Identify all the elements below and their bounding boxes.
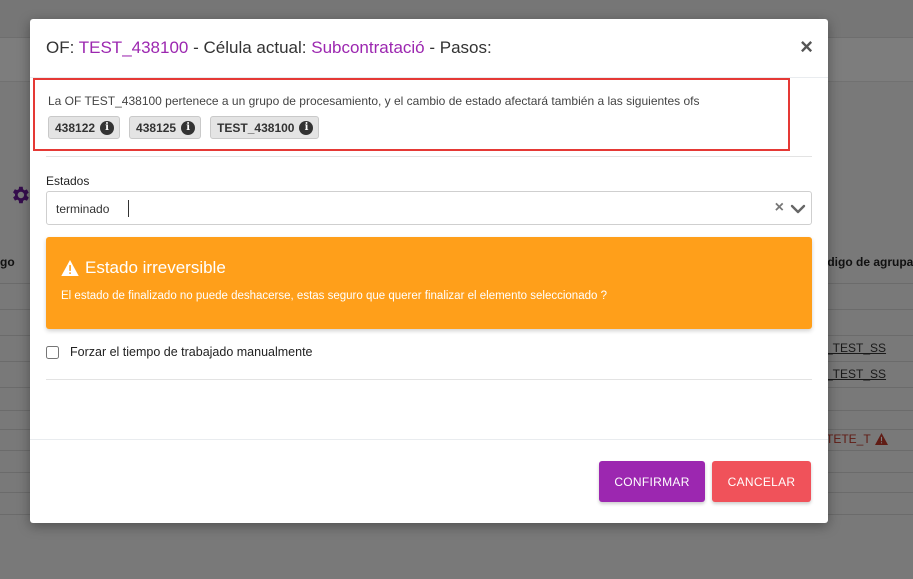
divider [46, 379, 812, 380]
warning-title: Estado irreversible [85, 258, 226, 277]
title-steps-label: - Pasos: [424, 38, 492, 57]
affected-ofs-list: 438122 i 438125 i TEST_438100 i [48, 116, 788, 139]
force-manual-time-checkbox[interactable] [46, 345, 59, 359]
warning-icon [61, 260, 79, 276]
warning-title-row: Estado irreversible [61, 258, 812, 278]
divider [46, 156, 812, 157]
of-chip-label: 438125 [136, 120, 177, 135]
warning-text: El estado de finalizado no puede deshace… [61, 290, 607, 302]
estados-select[interactable]: terminado × [46, 191, 812, 225]
status-change-modal: OF: TEST_438100 - Célula actual: Subcont… [30, 19, 828, 523]
clear-icon[interactable]: × [775, 199, 784, 217]
force-manual-time-row: Forzar el tiempo de trabajado manualment… [46, 345, 313, 359]
of-chip: 438125 i [129, 116, 202, 139]
group-notice-text: La OF TEST_438100 pertenece a un grupo d… [48, 94, 700, 108]
info-icon[interactable]: i [299, 120, 314, 135]
title-prefix: OF: [46, 38, 79, 57]
modal-header: OF: TEST_438100 - Célula actual: Subcont… [30, 19, 828, 78]
chevron-down-icon[interactable] [790, 201, 806, 217]
irreversible-warning: Estado irreversible El estado de finaliz… [46, 237, 812, 329]
of-chip-label: 438122 [55, 120, 96, 135]
info-icon[interactable]: i [100, 120, 115, 135]
confirm-button[interactable]: CONFIRMAR [599, 461, 705, 502]
estados-selected-value: terminado [56, 202, 110, 216]
modal-footer-divider [30, 439, 828, 440]
group-notice: La OF TEST_438100 pertenece a un grupo d… [33, 78, 790, 151]
title-of-code: TEST_438100 [78, 38, 189, 57]
title-cell-value: Subcontratació [311, 38, 425, 57]
of-chip: TEST_438100 i [210, 116, 320, 139]
modal-title: OF: TEST_438100 - Célula actual: Subcont… [46, 38, 812, 58]
info-icon[interactable]: i [181, 120, 196, 135]
cancel-button[interactable]: CANCELAR [712, 461, 811, 502]
force-manual-time-label: Forzar el tiempo de trabajado manualment… [70, 345, 313, 359]
of-chip: 438122 i [48, 116, 121, 139]
text-caret [128, 200, 129, 217]
of-chip-label: TEST_438100 [217, 120, 295, 135]
title-cell-label: - Célula actual: [188, 38, 312, 57]
estados-label: Estados [46, 174, 90, 188]
close-button[interactable]: × [800, 36, 813, 58]
